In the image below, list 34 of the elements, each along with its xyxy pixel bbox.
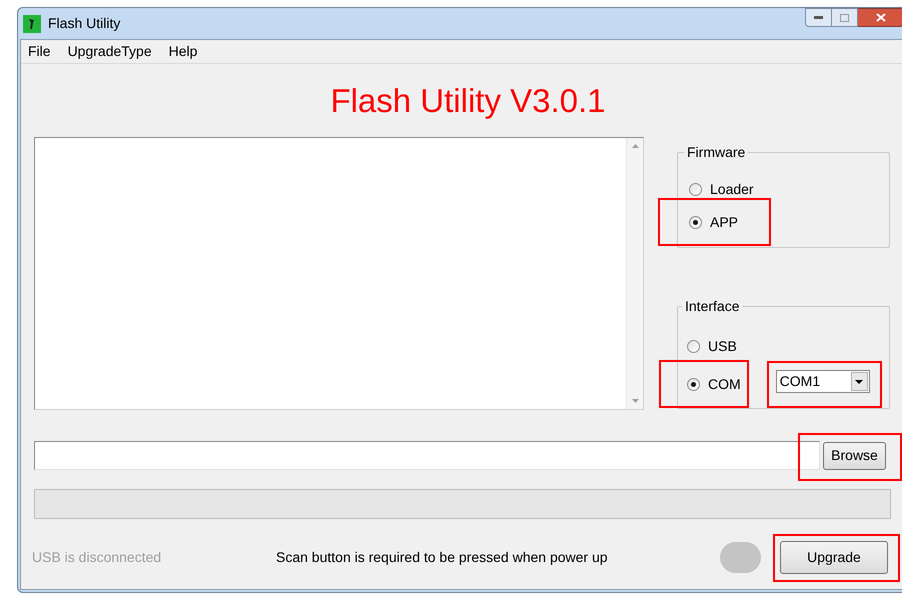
close-button[interactable] [858,8,902,27]
port-dropdown[interactable]: COM1 [776,370,870,393]
scroll-up-icon [632,144,638,148]
maximize-icon [840,14,849,22]
app-heading: Flash Utility V3.0.1 [330,81,606,122]
connection-status: USB is disconnected [32,548,162,566]
browse-button[interactable]: Browse [823,442,886,470]
radio-label: APP [710,212,738,232]
group-label: Firmware [684,144,748,160]
maximize-button[interactable] [832,8,858,27]
radio-button[interactable] [687,340,700,352]
minimize-button[interactable] [805,8,832,27]
radio-button[interactable] [689,182,702,196]
upgrade-button[interactable]: Upgrade [780,540,888,574]
window-title: Flash Utility [48,14,120,33]
power-up-hint: Scan button is required to be pressed when power up [276,548,609,567]
scroll-down-icon [632,399,638,403]
vertical-scrollbar[interactable] [626,138,643,409]
menu-item[interactable]: UpgradeType [68,41,152,62]
radio-label: USB [708,336,737,356]
menu-item[interactable]: File [28,41,51,62]
radio-label: Loader [710,180,754,198]
radio-button[interactable] [687,378,700,390]
close-icon [876,13,886,22]
radio-button[interactable] [689,216,702,228]
file-path-field[interactable] [34,441,820,470]
radio-label: COM [708,374,741,394]
group-label: Interface [682,298,742,314]
dropdown-button[interactable] [850,372,868,391]
port-value: COM1 [778,372,822,391]
minimize-icon [814,16,823,19]
menu-item[interactable]: Help [168,41,198,62]
app-icon [23,14,41,32]
caret-icon [855,380,864,384]
